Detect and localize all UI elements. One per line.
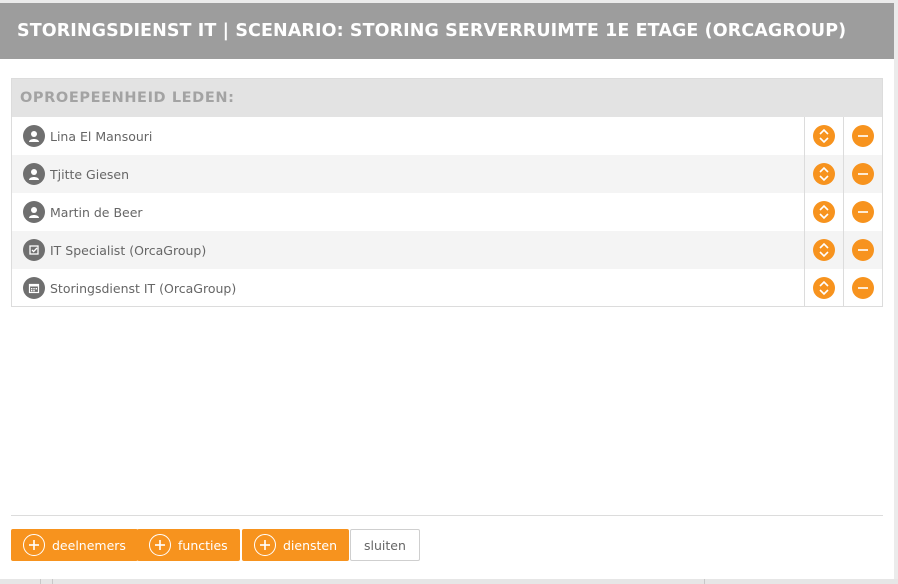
plus-icon <box>149 534 171 556</box>
add-participants-label: deelnemers <box>52 537 126 553</box>
member-row: IT Specialist (OrcaGroup) <box>12 231 882 269</box>
remove-button[interactable] <box>852 125 874 147</box>
member-name: Storingsdienst IT (OrcaGroup) <box>50 280 237 296</box>
reorder-button[interactable] <box>813 239 835 261</box>
member-row: Martin de Beer <box>12 193 882 231</box>
close-button[interactable]: sluiten <box>350 529 420 561</box>
member-row: Tjitte Giesen <box>12 155 882 193</box>
remove-button[interactable] <box>852 163 874 185</box>
reorder-button[interactable] <box>813 163 835 185</box>
add-functions-button[interactable]: functies <box>137 529 240 561</box>
reorder-button[interactable] <box>813 277 835 299</box>
panel-title: OPROEPEENHEID LEDEN: <box>12 79 882 117</box>
plus-icon <box>23 534 45 556</box>
background-strip <box>0 579 898 584</box>
add-services-button[interactable]: diensten <box>242 529 350 561</box>
calendar-icon <box>23 277 45 299</box>
modal-title: STORINGSDIENST IT | SCENARIO: STORING SE… <box>0 3 894 59</box>
remove-button[interactable] <box>852 277 874 299</box>
user-icon <box>23 201 45 223</box>
reorder-button[interactable] <box>813 201 835 223</box>
remove-button[interactable] <box>852 239 874 261</box>
member-name: Martin de Beer <box>50 204 143 220</box>
member-row: Lina El Mansouri <box>12 117 882 155</box>
remove-button[interactable] <box>852 201 874 223</box>
footer-divider <box>11 515 883 516</box>
member-name: Tjitte Giesen <box>50 166 130 182</box>
reorder-button[interactable] <box>813 125 835 147</box>
members-panel: OPROEPEENHEID LEDEN: Lina El Mansouri Tj… <box>11 78 883 307</box>
member-name: IT Specialist (OrcaGroup) <box>50 242 207 258</box>
add-participants-button[interactable]: deelnemers <box>11 529 138 561</box>
plus-icon <box>254 534 276 556</box>
user-icon <box>23 125 45 147</box>
member-name: Lina El Mansouri <box>50 128 153 144</box>
member-row: Storingsdienst IT (OrcaGroup) <box>12 269 882 307</box>
function-icon <box>23 239 45 261</box>
add-functions-label: functies <box>178 537 228 553</box>
user-icon <box>23 163 45 185</box>
add-services-label: diensten <box>283 537 338 553</box>
modal-dialog: STORINGSDIENST IT | SCENARIO: STORING SE… <box>0 3 894 579</box>
